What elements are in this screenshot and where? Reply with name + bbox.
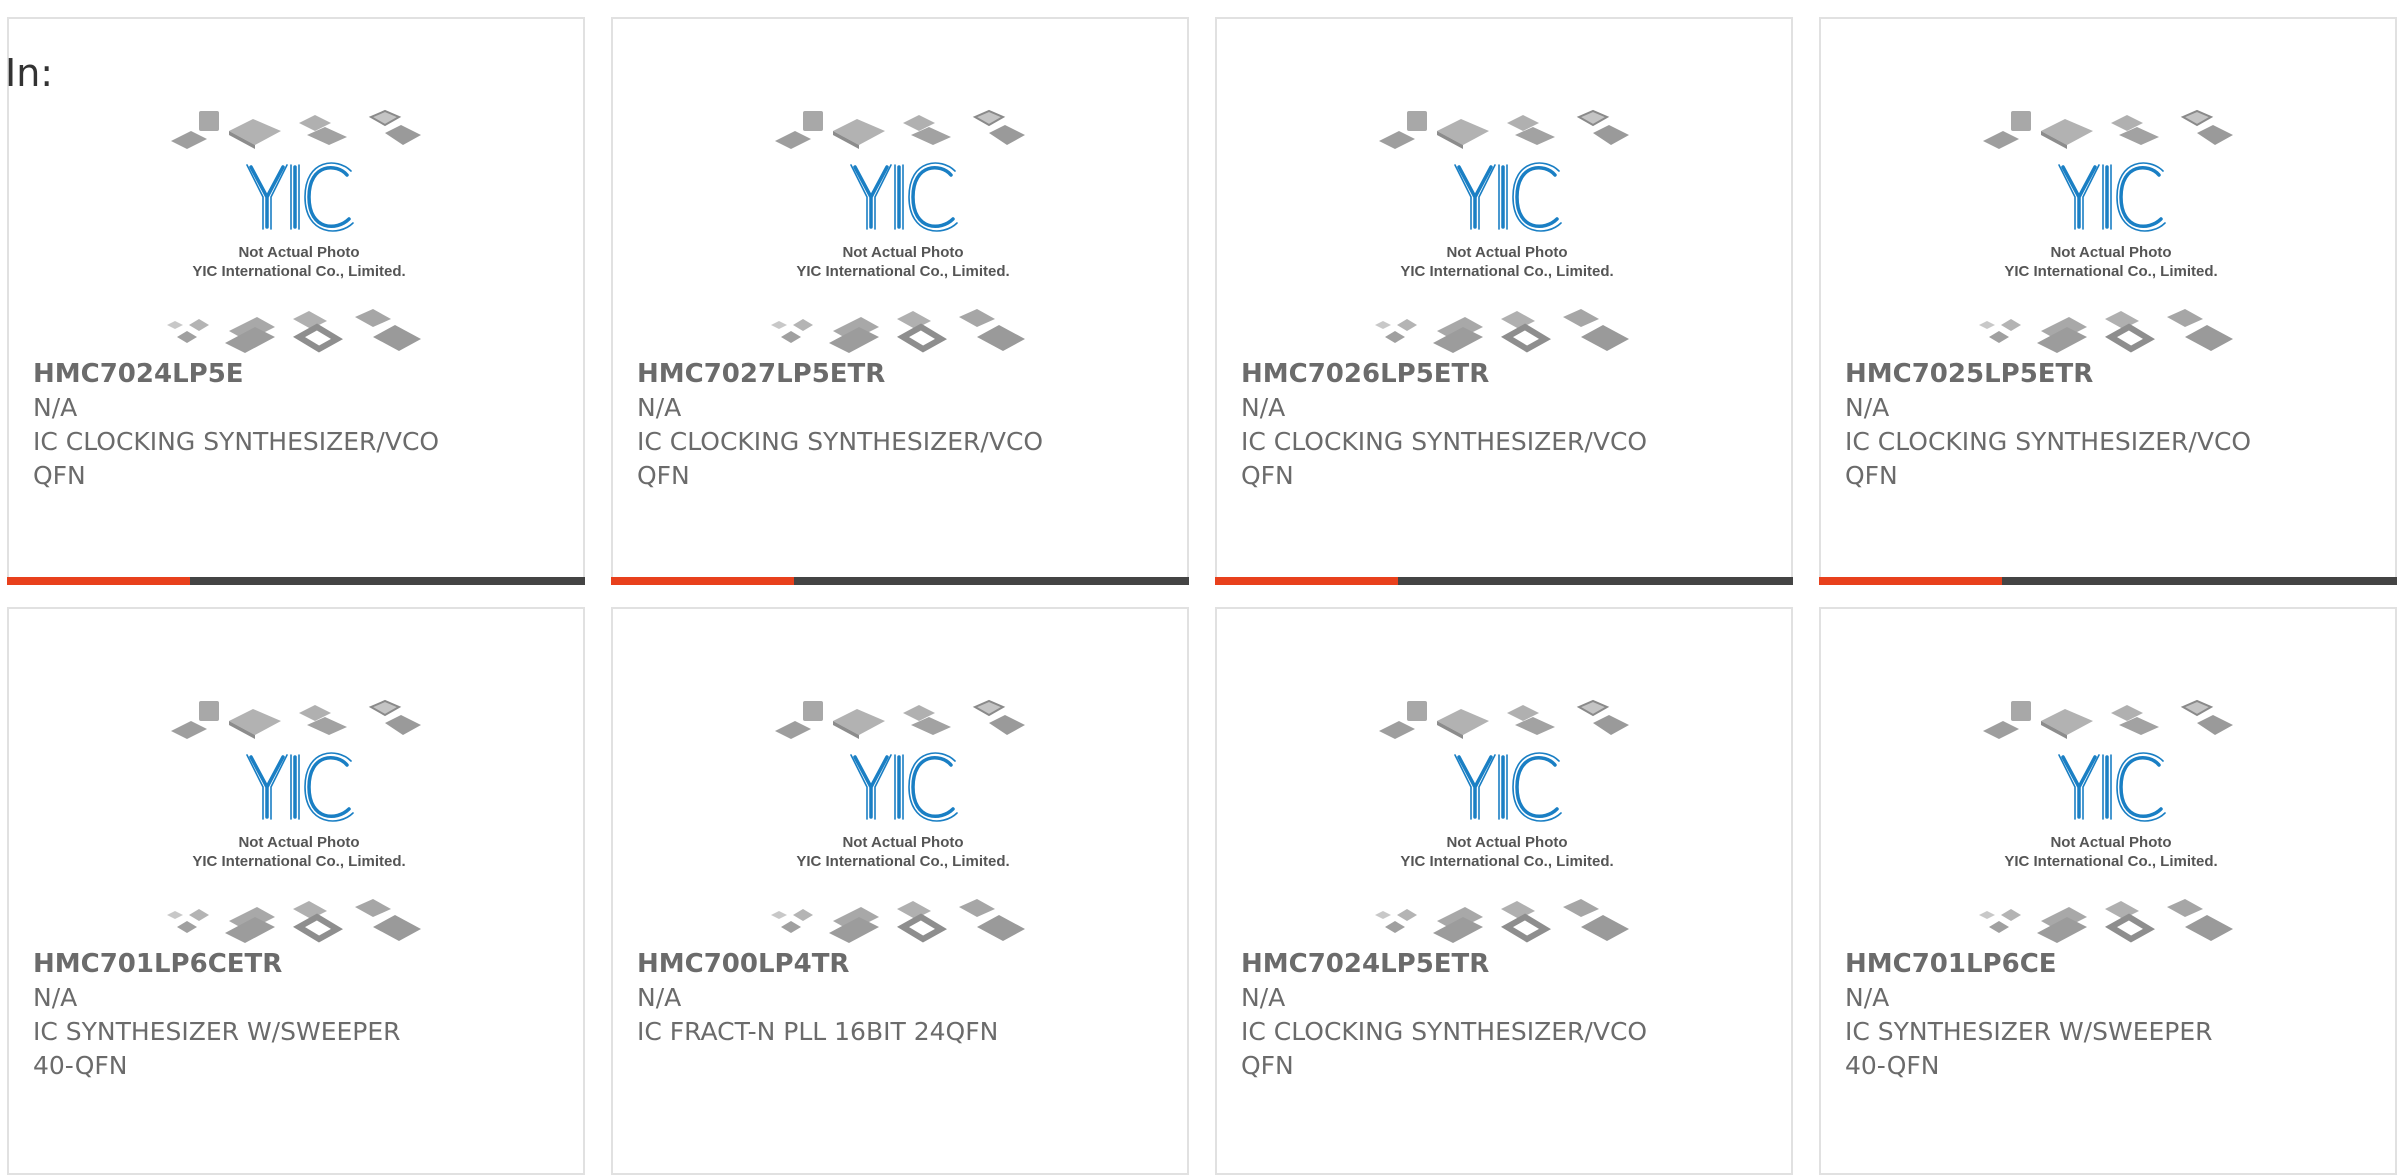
card-accent: [7, 577, 190, 585]
svg-text:Not Actual Photo: Not Actual Photo: [1446, 834, 1567, 851]
yic-logo: [1454, 752, 1562, 822]
manufacturer: N/A: [637, 393, 682, 422]
package: 40-QFN: [33, 1051, 128, 1080]
chip-images-top: [1379, 109, 1629, 149]
card-accent: [611, 577, 794, 585]
in-label: In:: [5, 51, 54, 95]
card-accent: [1215, 577, 1398, 585]
svg-text:YIC International Co., Limited: YIC International Co., Limited.: [192, 263, 405, 280]
manufacturer: N/A: [33, 393, 78, 422]
chip-images-bottom: [167, 899, 421, 943]
chip-images-top: [775, 699, 1025, 739]
product-photo: Not Actual Photo YIC International Co., …: [763, 105, 1043, 355]
svg-text:Not Actual Photo: Not Actual Photo: [842, 834, 963, 851]
yic-logo: [2058, 162, 2166, 232]
part-number[interactable]: HMC7025LP5ETR: [1845, 357, 2385, 391]
chip-images-top: [1983, 109, 2233, 149]
chip-images-top: [171, 109, 421, 149]
svg-text:Not Actual Photo: Not Actual Photo: [2050, 834, 2171, 851]
description: IC CLOCKING SYNTHESIZER/VCO: [1241, 427, 1648, 456]
yic-logo: [1454, 162, 1562, 232]
manufacturer: N/A: [1845, 983, 1890, 1012]
chip-images-top: [171, 699, 421, 739]
product-card[interactable]: Not Actual Photo YIC International Co., …: [611, 607, 1189, 1175]
chip-images-top: [1379, 699, 1629, 739]
svg-text:Not Actual Photo: Not Actual Photo: [842, 244, 963, 261]
part-number[interactable]: HMC701LP6CE: [1845, 947, 2385, 981]
yic-logo: [246, 162, 354, 232]
package: QFN: [33, 461, 86, 490]
chip-images-bottom: [167, 309, 421, 353]
card-bottom-bar: [7, 577, 585, 585]
description: IC SYNTHESIZER W/SWEEPER: [1845, 1017, 2213, 1046]
product-card[interactable]: Not Actual Photo YIC International Co., …: [1819, 17, 2397, 585]
chip-images-top: [1983, 699, 2233, 739]
svg-text:Not Actual Photo: Not Actual Photo: [2050, 244, 2171, 261]
yic-logo: [2058, 752, 2166, 822]
svg-text:YIC International Co., Limited: YIC International Co., Limited.: [2004, 853, 2217, 870]
product-card[interactable]: Not Actual Photo YIC International Co., …: [611, 17, 1189, 585]
package: QFN: [1845, 461, 1898, 490]
product-card[interactable]: Not Actual Photo YIC International Co., …: [1215, 607, 1793, 1175]
chip-images-bottom: [771, 899, 1025, 943]
card-bottom-bar: [1215, 577, 1793, 585]
part-number[interactable]: HMC7024LP5ETR: [1241, 947, 1781, 981]
product-card[interactable]: Not Actual Photo YIC International Co., …: [1819, 607, 2397, 1175]
part-number[interactable]: HMC7027LP5ETR: [637, 357, 1177, 391]
product-photo: Not Actual Photo YIC International Co., …: [763, 695, 1043, 945]
card-bottom-bar: [611, 577, 1189, 585]
svg-text:YIC International Co., Limited: YIC International Co., Limited.: [192, 853, 405, 870]
manufacturer: N/A: [33, 983, 78, 1012]
product-photo: Not Actual Photo YIC International Co., …: [1971, 695, 2251, 945]
card-bottom-bar: [1819, 577, 2397, 585]
package: QFN: [1241, 1051, 1294, 1080]
part-number[interactable]: HMC701LP6CETR: [33, 947, 573, 981]
description: IC CLOCKING SYNTHESIZER/VCO: [33, 427, 440, 456]
svg-text:YIC International Co., Limited: YIC International Co., Limited.: [796, 853, 1009, 870]
svg-text:Not Actual Photo: Not Actual Photo: [1446, 244, 1567, 261]
package: 40-QFN: [1845, 1051, 1940, 1080]
yic-logo: [850, 162, 958, 232]
card-accent: [1819, 577, 2002, 585]
svg-text:YIC International Co., Limited: YIC International Co., Limited.: [796, 263, 1009, 280]
part-number[interactable]: HMC700LP4TR: [637, 947, 1177, 981]
product-photo: Not Actual Photo YIC International Co., …: [1367, 695, 1647, 945]
chip-images-bottom: [1979, 309, 2233, 353]
package: QFN: [1241, 461, 1294, 490]
svg-text:YIC International Co., Limited: YIC International Co., Limited.: [1400, 263, 1613, 280]
svg-text:Not Actual Photo: Not Actual Photo: [238, 244, 359, 261]
product-photo: Not Actual Photo YIC International Co., …: [159, 695, 439, 945]
product-photo: Not Actual Photo YIC International Co., …: [1971, 105, 2251, 355]
part-number[interactable]: HMC7024LP5E: [33, 357, 573, 391]
chip-images-bottom: [1375, 899, 1629, 943]
product-card[interactable]: Not Actual Photo YIC International Co., …: [7, 607, 585, 1175]
manufacturer: N/A: [637, 983, 682, 1012]
svg-text:YIC International Co., Limited: YIC International Co., Limited.: [2004, 263, 2217, 280]
svg-text:Not Actual Photo: Not Actual Photo: [238, 834, 359, 851]
description: IC CLOCKING SYNTHESIZER/VCO: [1845, 427, 2252, 456]
part-number[interactable]: HMC7026LP5ETR: [1241, 357, 1781, 391]
chip-images-bottom: [1375, 309, 1629, 353]
chip-images-top: [775, 109, 1025, 149]
yic-logo: [850, 752, 958, 822]
manufacturer: N/A: [1241, 983, 1286, 1012]
product-card[interactable]: Not Actual Photo YIC International Co., …: [1215, 17, 1793, 585]
description: IC CLOCKING SYNTHESIZER/VCO: [637, 427, 1044, 456]
svg-text:YIC International Co., Limited: YIC International Co., Limited.: [1400, 853, 1613, 870]
package: QFN: [637, 461, 690, 490]
chip-images-bottom: [1979, 899, 2233, 943]
manufacturer: N/A: [1845, 393, 1890, 422]
yic-logo: [246, 752, 354, 822]
chip-images-bottom: [771, 309, 1025, 353]
description: IC CLOCKING SYNTHESIZER/VCO: [1241, 1017, 1648, 1046]
description: IC FRACT-N PLL 16BIT 24QFN: [637, 1017, 999, 1046]
manufacturer: N/A: [1241, 393, 1286, 422]
product-card[interactable]: Not Actual Photo YIC International Co., …: [7, 17, 585, 585]
product-photo: Not Actual Photo YIC International Co., …: [1367, 105, 1647, 355]
description: IC SYNTHESIZER W/SWEEPER: [33, 1017, 401, 1046]
product-photo: Not Actual Photo YIC International Co., …: [159, 105, 439, 355]
